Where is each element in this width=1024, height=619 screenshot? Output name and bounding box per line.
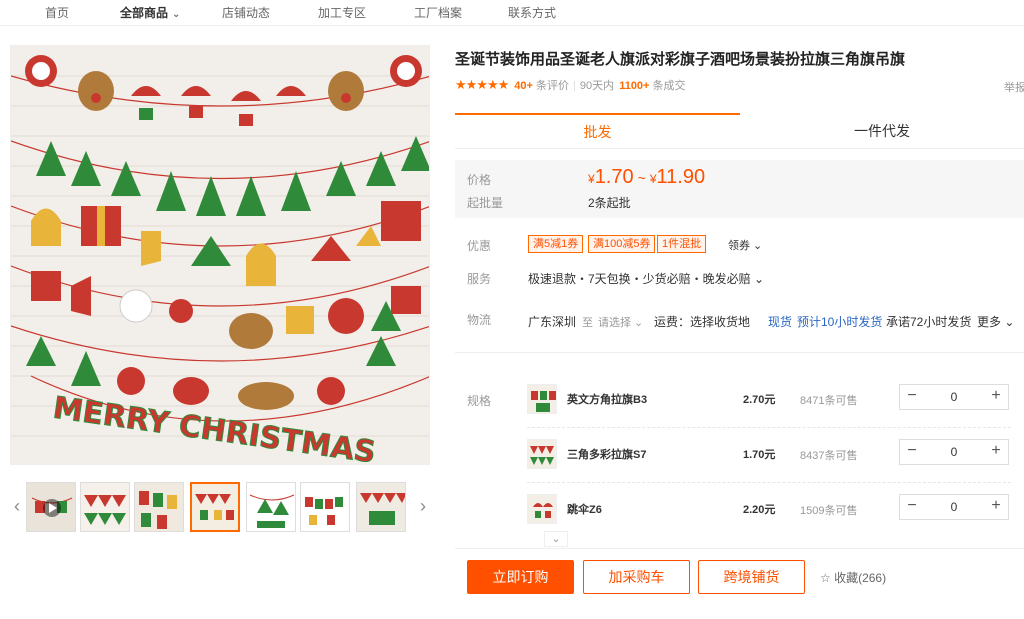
quantity-stepper: − +	[899, 494, 1009, 520]
price-label: 价格	[467, 173, 492, 187]
ship-to-prefix: 至	[582, 317, 593, 329]
spec-name: 三角多彩拉旗S7	[567, 449, 647, 461]
buy-now-button[interactable]: 立即订购	[467, 560, 574, 594]
shipping-fee: 运费：选择收货地	[654, 315, 751, 329]
price-tilde: ~	[637, 170, 646, 186]
increment-button[interactable]: +	[984, 495, 1008, 519]
spec-thumbnail[interactable]	[527, 384, 557, 414]
thumbnail-strip: ‹ ›	[10, 480, 432, 534]
tab-wholesale[interactable]: 批发	[455, 113, 740, 149]
report-link[interactable]: 举报	[1004, 79, 1024, 95]
coupon-badge[interactable]: 满5减1券	[528, 235, 584, 253]
nav-home[interactable]: 首页	[45, 4, 69, 21]
coupon-badge[interactable]: 满100减5券	[588, 235, 656, 253]
divider	[455, 352, 1024, 353]
decrement-button[interactable]: −	[900, 495, 924, 519]
favorite-button[interactable]: ☆ 收藏(266)	[820, 569, 886, 586]
currency-symbol: ¥	[649, 172, 657, 186]
purchase-mode-tabs: 批发 一件代发	[455, 113, 1024, 149]
price-low: 1.70	[594, 166, 634, 188]
thumbnail-2[interactable]	[80, 482, 130, 532]
nav-all-products[interactable]: 全部商品 ⌄	[120, 4, 180, 21]
decrement-button[interactable]: −	[900, 440, 924, 464]
thumb-next-icon[interactable]: ›	[416, 494, 430, 518]
thumb-prev-icon[interactable]: ‹	[10, 494, 24, 518]
add-to-cart-button[interactable]: 加采购车	[583, 560, 690, 594]
ship-estimate: 预计10小时发货	[797, 315, 883, 329]
cross-border-button[interactable]: 跨境铺货	[698, 560, 805, 594]
service-label: 服务	[467, 272, 492, 286]
price-block: 价格 ¥1.70 ~ ¥11.90 起批量 2条起批	[455, 160, 1024, 218]
increment-button[interactable]: +	[984, 440, 1008, 464]
divider	[455, 548, 1024, 549]
price-range: ¥1.70 ~ ¥11.90	[588, 166, 705, 189]
stock-status: 现货	[768, 315, 793, 329]
quantity-stepper: − +	[899, 384, 1009, 410]
review-count[interactable]: 40+	[514, 80, 533, 92]
spec-thumbnail[interactable]	[527, 494, 557, 524]
logistics-label: 物流	[467, 313, 492, 327]
promo-label: 优惠	[467, 239, 492, 253]
spec-name: 跳伞Z6	[567, 504, 602, 516]
spec-thumbnail[interactable]	[527, 439, 557, 469]
spec-price: 2.70元	[743, 394, 776, 406]
thumbnail-video[interactable]	[26, 482, 76, 532]
expand-specs-chevron-icon[interactable]: ⌄	[544, 531, 568, 547]
increment-button[interactable]: +	[984, 385, 1008, 409]
rating-row: ★★★★★ 40+ 条评价 | 90天内 1100+ 条成交	[455, 77, 686, 93]
rating-stars-icon: ★★★★★	[455, 77, 509, 92]
spec-stock: 8437条可售	[800, 450, 858, 462]
spec-name: 英文方角拉旗B3	[567, 394, 648, 406]
nav-processing[interactable]: 加工专区	[318, 4, 366, 21]
moq-label: 起批量	[467, 196, 504, 210]
ship-promise: 承诺72小时发货	[886, 315, 972, 329]
spec-row: 英文方角拉旗B3 2.70元 8471条可售 − +	[527, 380, 1011, 428]
nav-factory[interactable]: 工厂档案	[414, 4, 462, 21]
moq-value: 2条起批	[588, 196, 631, 210]
thumbnail-7[interactable]	[356, 482, 406, 532]
quantity-input[interactable]	[924, 440, 984, 464]
coupon-badge[interactable]: 1件混批	[657, 235, 707, 253]
product-title: 圣诞节装饰用品圣诞老人旗派对彩旗子酒吧场景装扮拉旗三角旗吊旗	[455, 51, 906, 68]
spec-stock: 1509条可售	[800, 505, 858, 517]
currency-symbol: ¥	[588, 172, 595, 186]
spec-price: 1.70元	[743, 449, 776, 461]
destination-select[interactable]: 请选择 ⌄	[598, 314, 643, 330]
top-nav: 首页 全部商品 ⌄ 店铺动态 加工专区 工厂档案 联系方式	[0, 0, 1024, 26]
get-coupon-link[interactable]: 领券 ⌄	[728, 237, 762, 253]
chevron-down-icon: ⌄	[172, 9, 181, 20]
service-guarantees[interactable]: 极速退款・7天包换・少货必赔・晚发必赔 ⌄	[528, 270, 764, 287]
more-logistics-link[interactable]: 更多 ⌄	[977, 313, 1014, 330]
nav-all-products-label: 全部商品	[120, 6, 169, 20]
decrement-button[interactable]: −	[900, 385, 924, 409]
thumbnail-3[interactable]	[134, 482, 184, 532]
row-divider	[527, 482, 1011, 483]
ship-from: 广东深圳	[528, 315, 577, 329]
thumbnail-4-selected[interactable]	[190, 482, 240, 532]
thumbnail-5[interactable]	[246, 482, 296, 532]
sales-count: 1100+	[619, 80, 650, 92]
spec-price: 2.20元	[743, 504, 776, 516]
price-high: 11.90	[656, 166, 706, 188]
thumbnail-6[interactable]	[300, 482, 350, 532]
quantity-stepper: − +	[899, 439, 1009, 465]
quantity-input[interactable]	[924, 495, 984, 519]
nav-contact[interactable]: 联系方式	[508, 4, 556, 21]
tab-dropship[interactable]: 一件代发	[740, 113, 1024, 149]
row-divider	[527, 427, 1011, 428]
spec-row: 三角多彩拉旗S7 1.70元 8437条可售 − +	[527, 435, 1011, 483]
review-suffix: 条评价	[536, 80, 570, 92]
divider: |	[573, 80, 576, 92]
christmas-banner-illustration: MERRY CHRISTMAS	[11, 46, 429, 464]
spec-label: 规格	[467, 394, 492, 408]
sales-suffix: 条成交	[652, 80, 686, 92]
product-main-image[interactable]: MERRY CHRISTMAS	[10, 45, 430, 465]
nav-shop-news[interactable]: 店铺动态	[222, 4, 270, 21]
spec-stock: 8471条可售	[800, 395, 858, 407]
quantity-input[interactable]	[924, 385, 984, 409]
sales-prefix: 90天内	[579, 80, 615, 92]
spec-row: 跳伞Z6 2.20元 1509条可售 − +	[527, 490, 1011, 538]
